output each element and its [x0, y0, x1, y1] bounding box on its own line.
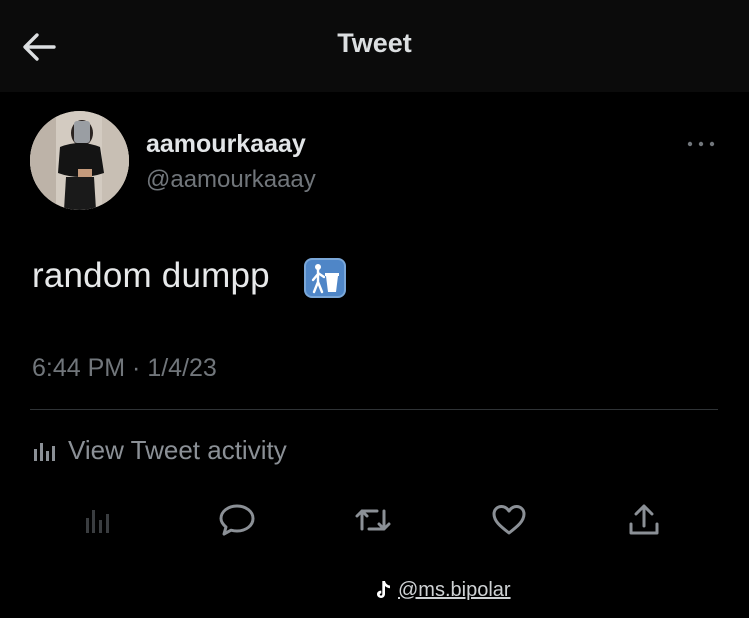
bar-chart-icon	[86, 510, 109, 533]
watermark-username: @ms.bipolar	[398, 578, 511, 601]
retweet-button[interactable]	[353, 500, 393, 540]
tweet-text: random dumpp	[32, 256, 270, 295]
avatar[interactable]	[30, 111, 129, 210]
divider	[30, 409, 718, 410]
top-bar: Tweet	[0, 0, 749, 92]
more-options-button[interactable]	[684, 134, 718, 154]
retweet-icon	[355, 509, 391, 531]
author-display-name[interactable]: aamourkaaay	[146, 130, 306, 159]
author-handle[interactable]: @aamourkaaay	[146, 166, 316, 194]
tiktok-icon	[377, 581, 390, 598]
share-button[interactable]	[624, 500, 664, 540]
bar-chart-icon	[34, 443, 55, 461]
heart-icon	[492, 505, 526, 535]
view-tweet-activity-link[interactable]: View Tweet activity	[32, 432, 287, 468]
page-title: Tweet	[337, 28, 412, 58]
wastebasket-icon	[302, 256, 348, 300]
analytics-button[interactable]	[78, 500, 118, 540]
reply-button[interactable]	[217, 500, 257, 540]
share-icon	[629, 504, 659, 535]
more-dots-icon	[687, 141, 715, 147]
watermark: @ms.bipolar	[374, 574, 511, 606]
tweet-timestamp: 6:44 PM · 1/4/23	[32, 354, 217, 382]
comment-icon	[219, 504, 255, 536]
view-tweet-activity-label: View Tweet activity	[68, 434, 287, 465]
like-button[interactable]	[489, 500, 529, 540]
